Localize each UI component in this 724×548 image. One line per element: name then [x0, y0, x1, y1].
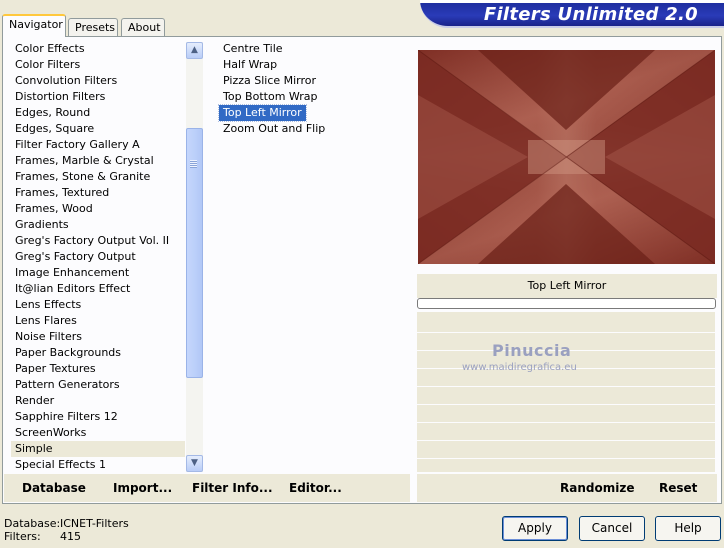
param-row	[417, 440, 715, 441]
reset-button[interactable]: Reset	[659, 481, 697, 495]
filter-item[interactable]: Half Wrap	[219, 57, 409, 73]
database-value: ICNET-Filters	[60, 517, 129, 530]
category-scrollbar[interactable]: ▲ ▼	[186, 42, 203, 472]
database-label: Database:	[4, 517, 61, 530]
filter-preview	[418, 50, 715, 264]
category-item[interactable]: Frames, Stone & Granite	[11, 169, 185, 185]
watermark-url: www.maidiregrafica.eu	[462, 362, 577, 373]
preview-caption: Top Left Mirror	[527, 279, 607, 292]
category-item[interactable]: Gradients	[11, 217, 185, 233]
category-item[interactable]: Frames, Wood	[11, 201, 185, 217]
banner-top-edge	[420, 0, 724, 3]
category-item[interactable]: Lens Effects	[11, 297, 185, 313]
category-item[interactable]: Render	[11, 393, 185, 409]
category-item[interactable]: Greg's Factory Output Vol. II	[11, 233, 185, 249]
app-banner: Filters Unlimited 2.0	[420, 0, 724, 28]
tab-navigator[interactable]: Navigator	[2, 14, 66, 37]
scroll-down-icon[interactable]: ▼	[186, 455, 203, 472]
category-item[interactable]: Sapphire Filters 12	[11, 409, 185, 425]
progress-bar	[417, 298, 716, 309]
scroll-grip-icon	[190, 160, 197, 168]
category-item[interactable]: Greg's Factory Output	[11, 249, 185, 265]
param-row	[417, 422, 715, 423]
category-item[interactable]: Special Effects 1	[11, 457, 185, 473]
category-list[interactable]: Color Effects Color Filters Convolution Fi…	[11, 41, 185, 473]
category-item[interactable]: Distortion Filters	[11, 89, 185, 105]
category-item[interactable]: Color Effects	[11, 41, 185, 57]
category-item[interactable]: Filter Factory Gallery A	[11, 137, 185, 153]
category-item[interactable]: Lens Flares	[11, 313, 185, 329]
tab-presets[interactable]: Presets	[68, 18, 118, 37]
editor-button[interactable]: Editor...	[289, 481, 342, 495]
param-row	[417, 458, 715, 459]
filter-item[interactable]: Centre Tile	[219, 41, 409, 57]
category-item[interactable]: Image Enhancement	[11, 265, 185, 281]
tab-about[interactable]: About	[121, 18, 165, 37]
filter-item[interactable]: Top Left Mirror	[218, 104, 307, 122]
filters-info: Filters: 415	[4, 530, 81, 543]
category-item[interactable]: Convolution Filters	[11, 73, 185, 89]
filter-list[interactable]: Centre Tile Half Wrap Pizza Slice Mirror To…	[218, 41, 409, 137]
filter-info-button[interactable]: Filter Info...	[192, 481, 273, 495]
category-item[interactable]: It@lian Editors Effect	[11, 281, 185, 297]
cancel-button[interactable]: Cancel	[579, 516, 645, 541]
category-item[interactable]: Pattern Generators	[11, 377, 185, 393]
category-item[interactable]: Paper Textures	[11, 361, 185, 377]
filters-label: Filters:	[4, 530, 41, 543]
help-button[interactable]: Help	[655, 516, 721, 541]
parameter-area	[417, 312, 715, 472]
category-item[interactable]: Simple	[11, 441, 185, 457]
banner-title: Filters Unlimited 2.0	[483, 4, 698, 25]
database-button[interactable]: Database	[22, 481, 86, 495]
category-item[interactable]: Frames, Textured	[11, 185, 185, 201]
import-button[interactable]: Import...	[113, 481, 172, 495]
scroll-up-icon[interactable]: ▲	[186, 42, 203, 59]
randomize-button[interactable]: Randomize	[560, 481, 634, 495]
filters-count: 415	[60, 530, 81, 543]
watermark-name: Pinuccia	[492, 341, 572, 360]
param-row	[417, 332, 715, 333]
apply-button[interactable]: Apply	[502, 516, 568, 541]
category-item[interactable]: ScreenWorks	[11, 425, 185, 441]
category-item[interactable]: Paper Backgrounds	[11, 345, 185, 361]
category-item[interactable]: Edges, Square	[11, 121, 185, 137]
param-row	[417, 404, 715, 405]
filter-item[interactable]: Top Bottom Wrap	[219, 89, 409, 105]
filter-item[interactable]: Pizza Slice Mirror	[219, 73, 409, 89]
category-item[interactable]: Noise Filters	[11, 329, 185, 345]
database-info: Database: ICNET-Filters	[4, 517, 129, 530]
preview-image	[418, 50, 715, 264]
category-item[interactable]: Edges, Round	[11, 105, 185, 121]
category-item[interactable]: Frames, Marble & Crystal	[11, 153, 185, 169]
param-row	[417, 386, 715, 387]
filter-item[interactable]: Zoom Out and Flip	[219, 121, 409, 137]
category-item[interactable]: Color Filters	[11, 57, 185, 73]
